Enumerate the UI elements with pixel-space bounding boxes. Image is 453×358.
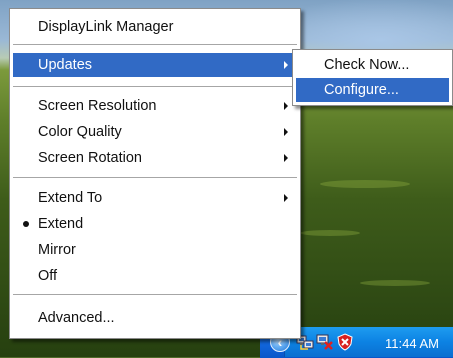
menu-item-color-quality[interactable]: Color Quality — [13, 120, 297, 144]
menu-item-screen-rotation[interactable]: Screen Rotation — [13, 146, 297, 170]
menu-item-label: Off — [38, 268, 58, 284]
submenu-arrow-icon — [284, 102, 288, 110]
submenu-item-check-now[interactable]: Check Now... — [296, 53, 449, 77]
submenu-item-label: Check Now... — [324, 57, 410, 73]
submenu-arrow-icon — [284, 128, 288, 136]
menu-item-displaylink-manager[interactable]: DisplayLink Manager — [13, 15, 297, 39]
submenu-arrow-icon — [284, 61, 288, 69]
menu-separator — [13, 294, 297, 295]
submenu-item-configure[interactable]: Configure... — [296, 78, 449, 102]
menu-item-label: DisplayLink Manager — [38, 19, 174, 35]
network-disconnected-icon[interactable] — [316, 333, 334, 351]
menu-item-screen-resolution[interactable]: Screen Resolution — [13, 94, 297, 118]
menu-item-mirror[interactable]: Mirror — [13, 238, 297, 262]
menu-separator — [13, 44, 297, 45]
submenu-item-label: Configure... — [324, 82, 399, 98]
menu-item-label: Screen Resolution — [38, 98, 157, 114]
menu-item-extend[interactable]: Extend — [13, 212, 297, 236]
wallpaper-detail — [320, 180, 410, 188]
wallpaper-detail — [300, 230, 360, 236]
menu-item-off[interactable]: Off — [13, 264, 297, 288]
menu-item-label: Screen Rotation — [38, 150, 142, 166]
tray-context-menu: DisplayLink Manager Updates Screen Resol… — [9, 8, 301, 339]
menu-item-label: Color Quality — [38, 124, 122, 140]
submenu-arrow-icon — [284, 154, 288, 162]
menu-item-label: Mirror — [38, 242, 76, 258]
submenu-arrow-icon — [284, 194, 288, 202]
wallpaper-detail — [360, 280, 430, 286]
menu-item-label: Extend To — [38, 190, 103, 206]
menu-separator — [13, 177, 297, 178]
menu-item-label: Updates — [38, 57, 93, 73]
menu-item-label: Advanced... — [38, 310, 115, 326]
taskbar-clock[interactable]: 11:44 AM — [385, 336, 439, 351]
security-alert-icon[interactable] — [336, 333, 354, 351]
menu-item-label: Extend — [38, 216, 84, 232]
menu-item-updates[interactable]: Updates — [13, 53, 297, 77]
radio-bullet-icon — [23, 221, 29, 227]
menu-item-extend-to[interactable]: Extend To — [13, 186, 297, 210]
menu-item-advanced[interactable]: Advanced... — [13, 306, 297, 330]
menu-separator — [13, 86, 297, 87]
updates-submenu: Check Now... Configure... — [292, 49, 453, 106]
